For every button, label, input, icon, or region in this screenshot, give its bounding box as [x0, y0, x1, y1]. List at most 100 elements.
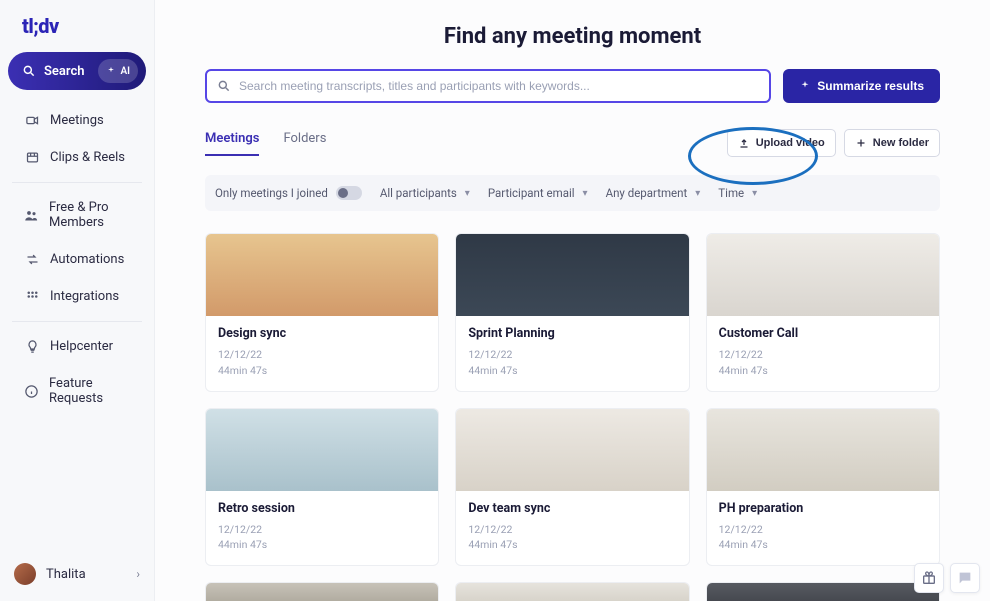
- filters-row: Only meetings I joined All participants …: [205, 175, 940, 211]
- people-icon: [24, 208, 39, 223]
- meeting-date: 12/12/22: [468, 522, 676, 538]
- meeting-title: Design sync: [218, 326, 426, 341]
- gift-icon: [921, 570, 937, 586]
- sidebar-search-pill[interactable]: Search AI: [8, 52, 146, 90]
- sidebar-item-helpcenter[interactable]: Helpcenter: [0, 328, 154, 365]
- meeting-thumbnail: [456, 234, 688, 316]
- filter-department[interactable]: Any department ▾: [606, 186, 701, 200]
- user-name: Thalita: [46, 567, 86, 582]
- filter-email[interactable]: Participant email ▾: [488, 186, 588, 200]
- meeting-card[interactable]: Customer Call 12/12/22 44min 47s: [706, 233, 940, 392]
- meeting-card[interactable]: Retro session 12/12/22 44min 47s: [205, 408, 439, 567]
- meeting-thumbnail: [206, 234, 438, 316]
- new-folder-label: New folder: [873, 137, 929, 149]
- tab-actions: Upload video New folder: [727, 129, 940, 157]
- tabs: Meetings Folders: [205, 131, 326, 156]
- meeting-thumbnail: [707, 583, 939, 601]
- meetings-grid: Design sync 12/12/22 44min 47s Sprint Pl…: [205, 233, 940, 601]
- filter-email-label: Participant email: [488, 186, 575, 200]
- grid-icon: [24, 289, 40, 304]
- tab-folders[interactable]: Folders: [283, 131, 326, 156]
- meeting-thumbnail: [707, 234, 939, 316]
- meeting-duration: 44min 47s: [218, 363, 426, 379]
- video-icon: [24, 113, 40, 128]
- chevron-down-icon: ▾: [465, 188, 470, 199]
- sidebar-separator: [12, 182, 142, 183]
- meeting-duration: 44min 47s: [719, 363, 927, 379]
- plus-icon: [855, 137, 867, 149]
- main-search-box[interactable]: [205, 69, 771, 103]
- meeting-date: 12/12/22: [719, 522, 927, 538]
- meeting-card[interactable]: Sprint Planning 12/12/22 44min 47s: [455, 233, 689, 392]
- sidebar-item-label: Automations: [50, 252, 124, 267]
- search-icon: [217, 79, 231, 93]
- info-icon: [24, 384, 39, 399]
- filter-time-label: Time: [718, 186, 744, 200]
- meeting-thumbnail: [206, 409, 438, 491]
- chevron-down-icon: ▾: [752, 188, 757, 199]
- meeting-duration: 44min 47s: [218, 537, 426, 553]
- meeting-title: Customer Call: [719, 326, 927, 341]
- meeting-duration: 44min 47s: [468, 363, 676, 379]
- chevron-down-icon: ▾: [583, 188, 588, 199]
- meeting-thumbnail: [456, 409, 688, 491]
- filter-participants-label: All participants: [380, 186, 457, 200]
- automation-icon: [24, 252, 40, 267]
- summarize-results-label: Summarize results: [817, 79, 924, 93]
- sidebar-search-label: Search: [44, 64, 85, 79]
- page-title: Find any meeting moment: [205, 24, 940, 49]
- toggle-only-joined[interactable]: [336, 186, 362, 200]
- filter-only-joined[interactable]: Only meetings I joined: [215, 186, 362, 200]
- sidebar-item-label: Meetings: [50, 113, 104, 128]
- filter-participants[interactable]: All participants ▾: [380, 186, 470, 200]
- sidebar: tl;dv Search AI Meetings Clips & Reels F…: [0, 0, 155, 601]
- upload-video-button[interactable]: Upload video: [727, 129, 836, 157]
- meeting-date: 12/12/22: [218, 522, 426, 538]
- sidebar-item-label: Integrations: [50, 289, 119, 304]
- sidebar-item-members[interactable]: Free & Pro Members: [0, 189, 154, 241]
- sidebar-item-feature-requests[interactable]: Feature Requests: [0, 365, 154, 417]
- user-menu[interactable]: Thalita ›: [0, 547, 154, 601]
- chevron-right-icon: ›: [136, 567, 140, 581]
- brand-logo: tl;dv: [0, 0, 154, 48]
- upload-video-label: Upload video: [756, 137, 825, 149]
- sparkle-icon: [106, 66, 116, 76]
- meeting-duration: 44min 47s: [468, 537, 676, 553]
- gift-button[interactable]: [914, 563, 944, 593]
- tab-meetings[interactable]: Meetings: [205, 131, 259, 156]
- filter-only-joined-label: Only meetings I joined: [215, 186, 328, 200]
- meeting-thumbnail: [456, 583, 688, 601]
- summarize-results-button[interactable]: Summarize results: [783, 69, 940, 103]
- new-folder-button[interactable]: New folder: [844, 129, 940, 157]
- search-icon: [22, 64, 36, 78]
- chat-button[interactable]: [950, 563, 980, 593]
- meeting-card[interactable]: [455, 582, 689, 601]
- meeting-card[interactable]: Design sync 12/12/22 44min 47s: [205, 233, 439, 392]
- sidebar-item-integrations[interactable]: Integrations: [0, 278, 154, 315]
- meeting-date: 12/12/22: [719, 347, 927, 363]
- sidebar-separator: [12, 321, 142, 322]
- ai-badge: AI: [98, 59, 138, 83]
- tabs-row: Meetings Folders Upload video New folder: [205, 129, 940, 157]
- meeting-thumbnail: [206, 583, 438, 601]
- sidebar-item-clips[interactable]: Clips & Reels: [0, 139, 154, 176]
- avatar: [14, 563, 36, 585]
- main-search-input[interactable]: [239, 79, 759, 93]
- meeting-card[interactable]: [706, 582, 940, 601]
- sidebar-item-label: Clips & Reels: [50, 150, 125, 165]
- sparkle-icon: [799, 80, 811, 92]
- bulb-icon: [24, 339, 40, 354]
- sidebar-item-label: Helpcenter: [50, 339, 113, 354]
- sidebar-item-label: Free & Pro Members: [49, 200, 136, 230]
- filter-time[interactable]: Time ▾: [718, 186, 757, 200]
- meeting-card[interactable]: [205, 582, 439, 601]
- sidebar-item-automations[interactable]: Automations: [0, 241, 154, 278]
- meeting-card[interactable]: Dev team sync 12/12/22 44min 47s: [455, 408, 689, 567]
- chat-icon: [957, 570, 973, 586]
- clips-icon: [24, 150, 40, 165]
- meeting-card[interactable]: PH preparation 12/12/22 44min 47s: [706, 408, 940, 567]
- main-area: Find any meeting moment Summarize result…: [155, 0, 990, 601]
- meeting-title: Dev team sync: [468, 501, 676, 516]
- sidebar-item-meetings[interactable]: Meetings: [0, 102, 154, 139]
- floating-buttons: [914, 563, 980, 593]
